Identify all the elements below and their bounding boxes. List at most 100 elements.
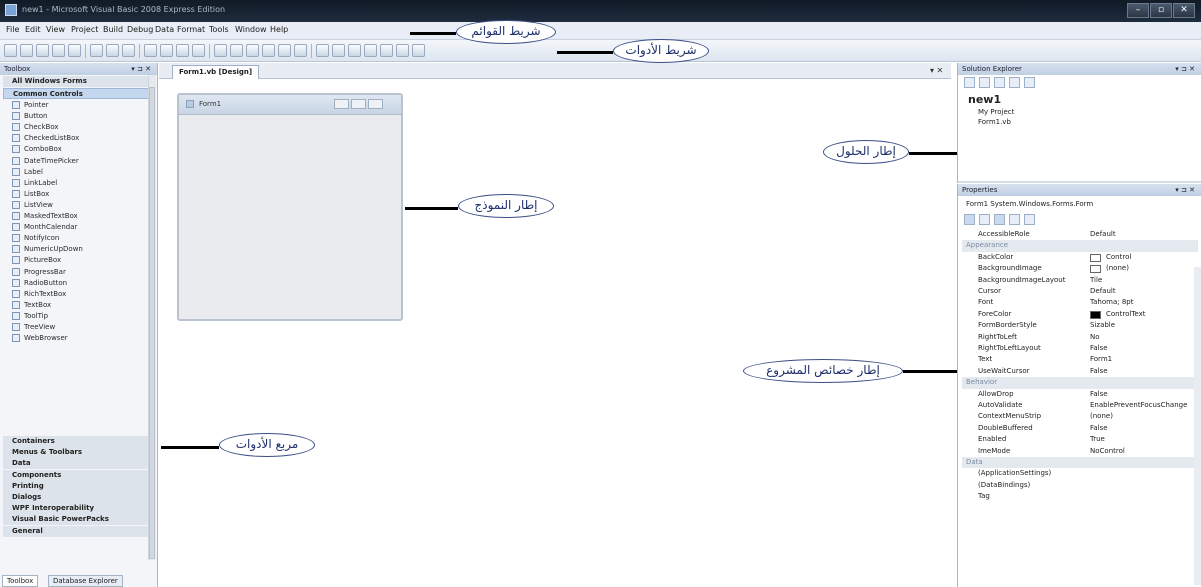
tab-form1-design[interactable]: Form1.vb [Design] <box>172 65 260 79</box>
property-value[interactable]: False <box>1090 343 1108 354</box>
toolbox-item-checkedlistbox[interactable]: CheckedListBox <box>12 133 79 144</box>
property-value[interactable]: ControlText <box>1106 309 1145 320</box>
menu-format[interactable]: Format <box>177 25 205 34</box>
property-row[interactable]: Font Tahoma; 8pt <box>962 297 1198 308</box>
property-value[interactable]: Tahoma; 8pt <box>1090 297 1133 308</box>
minimize-button[interactable]: – <box>1127 3 1149 18</box>
property-row[interactable]: Text Form1 <box>962 354 1198 365</box>
toolbox-item-notifyicon[interactable]: NotifyIcon <box>12 233 59 244</box>
property-row[interactable]: DoubleBuffered False <box>962 423 1198 434</box>
property-row[interactable]: ForeColor ControlText <box>962 309 1198 320</box>
property-row[interactable]: ImeMode NoControl <box>962 446 1198 457</box>
toolbox-item-richtextbox[interactable]: RichTextBox <box>12 289 66 300</box>
toolbox-item-listbox[interactable]: ListBox <box>12 189 49 200</box>
toolbox-item-radiobutton[interactable]: RadioButton <box>12 278 67 289</box>
toolbox-item-picturebox[interactable]: PictureBox <box>12 255 61 266</box>
property-row[interactable]: (DataBindings) <box>962 480 1198 491</box>
toolbox-item-pointer[interactable]: Pointer <box>12 100 49 111</box>
properties-object-selector[interactable]: Form1 System.Windows.Forms.Form <box>966 200 1093 208</box>
property-pages-icon[interactable] <box>1024 214 1035 225</box>
toolbox-pin-icon[interactable]: ▾ ⊐ ✕ <box>131 63 151 75</box>
events-icon[interactable] <box>1009 214 1020 225</box>
toolbox-category-general[interactable]: General <box>3 525 150 537</box>
maximize-button[interactable]: ▫ <box>1150 3 1172 18</box>
property-value[interactable]: True <box>1090 434 1105 445</box>
toolbox-item-maskedtextbox[interactable]: MaskedTextBox <box>12 211 78 222</box>
toolbox-category-printing[interactable]: Printing <box>3 480 150 492</box>
toolbox-item-treeview[interactable]: TreeView <box>12 322 55 333</box>
property-category[interactable]: Appearance <box>962 240 1198 252</box>
new-project-icon[interactable] <box>4 44 17 57</box>
property-row[interactable]: RightToLeftLayout False <box>962 343 1198 354</box>
tab-toolbox[interactable]: Toolbox <box>2 575 39 587</box>
property-value[interactable]: (none) <box>1090 411 1113 422</box>
step-over-icon[interactable] <box>278 44 291 57</box>
property-row[interactable]: (ApplicationSettings) <box>962 468 1198 479</box>
property-value[interactable]: No <box>1090 332 1100 343</box>
node-my-project[interactable]: My Project <box>978 108 1014 116</box>
toolbox-item-checkbox[interactable]: CheckBox <box>12 122 59 133</box>
toolbox-category-containers[interactable]: Containers <box>3 436 150 447</box>
property-category[interactable]: Data <box>962 457 1198 469</box>
menu-project[interactable]: Project <box>71 25 98 34</box>
property-row[interactable]: BackgroundImageLayout Tile <box>962 275 1198 286</box>
properties-pin-icon[interactable]: ▾ ⊐ ✕ <box>1175 184 1195 196</box>
toolbox-item-monthcalendar[interactable]: MonthCalendar <box>12 222 77 233</box>
form1-window[interactable]: Form1 <box>177 93 403 321</box>
property-value[interactable]: False <box>1090 389 1108 400</box>
property-row[interactable]: FormBorderStyle Sizable <box>962 320 1198 331</box>
property-category[interactable]: Behavior <box>962 377 1198 389</box>
menu-tools[interactable]: Tools <box>209 25 229 34</box>
property-row[interactable]: Cursor Default <box>962 286 1198 297</box>
menu-data[interactable]: Data <box>155 25 174 34</box>
categorized-icon[interactable] <box>964 214 975 225</box>
toolbox-category-visual-basic-powerpacks[interactable]: Visual Basic PowerPacks <box>3 514 150 526</box>
property-value[interactable]: Form1 <box>1090 354 1112 365</box>
solution-explorer-icon[interactable] <box>332 44 345 57</box>
property-value[interactable]: NoControl <box>1090 446 1125 457</box>
solution-explorer-pin-icon[interactable]: ▾ ⊐ ✕ <box>1175 63 1195 75</box>
toolbox-item-combobox[interactable]: ComboBox <box>12 144 62 155</box>
start-page-icon[interactable] <box>396 44 409 57</box>
toolbox-category-all[interactable]: All Windows Forms <box>3 76 150 87</box>
property-row[interactable]: UseWaitCursor False <box>962 366 1198 377</box>
property-value[interactable]: Default <box>1090 286 1116 297</box>
property-value[interactable]: Default <box>1090 229 1116 240</box>
navigate-back-icon[interactable] <box>176 44 189 57</box>
toolbox-item-label[interactable]: Label <box>12 167 43 178</box>
redo-icon[interactable] <box>160 44 173 57</box>
property-value[interactable]: False <box>1090 423 1108 434</box>
toolbox-scroll-thumb[interactable] <box>149 87 155 559</box>
properties-window-icon[interactable] <box>348 44 361 57</box>
start-debugging-icon[interactable] <box>214 44 227 57</box>
toolbox-item-progressbar[interactable]: ProgressBar <box>12 267 66 278</box>
property-value[interactable]: Control <box>1106 252 1131 263</box>
stop-icon[interactable] <box>246 44 259 57</box>
property-row[interactable]: BackgroundImage (none) <box>962 263 1198 274</box>
property-row[interactable]: Tag <box>962 491 1198 502</box>
paste-icon[interactable] <box>122 44 135 57</box>
toolbox-item-textbox[interactable]: TextBox <box>12 300 51 311</box>
step-into-icon[interactable] <box>262 44 275 57</box>
cut-icon[interactable] <box>90 44 103 57</box>
toolbox-category-components[interactable]: Components <box>3 469 150 481</box>
solution-node-new1[interactable]: new1 <box>968 93 1001 106</box>
toolbox-icon[interactable] <box>380 44 393 57</box>
property-row[interactable]: AllowDrop False <box>962 389 1198 400</box>
properties-icon[interactable] <box>964 77 975 88</box>
properties-view-icon[interactable] <box>994 214 1005 225</box>
copy-icon[interactable] <box>106 44 119 57</box>
property-row[interactable]: AutoValidate EnablePreventFocusChange <box>962 400 1198 411</box>
save-icon[interactable] <box>52 44 65 57</box>
add-item-icon[interactable] <box>36 44 49 57</box>
toolbox-item-button[interactable]: Button <box>12 111 47 122</box>
step-out-icon[interactable] <box>294 44 307 57</box>
property-value[interactable]: EnablePreventFocusChange <box>1090 400 1187 411</box>
toolbox-item-tooltip[interactable]: ToolTip <box>12 311 48 322</box>
property-value[interactable]: (none) <box>1106 263 1129 274</box>
property-row[interactable]: RightToLeft No <box>962 332 1198 343</box>
menu-debug[interactable]: Debug <box>127 25 153 34</box>
property-value[interactable]: Sizable <box>1090 320 1115 331</box>
navigate-forward-icon[interactable] <box>192 44 205 57</box>
toolbox-item-listview[interactable]: ListView <box>12 200 53 211</box>
